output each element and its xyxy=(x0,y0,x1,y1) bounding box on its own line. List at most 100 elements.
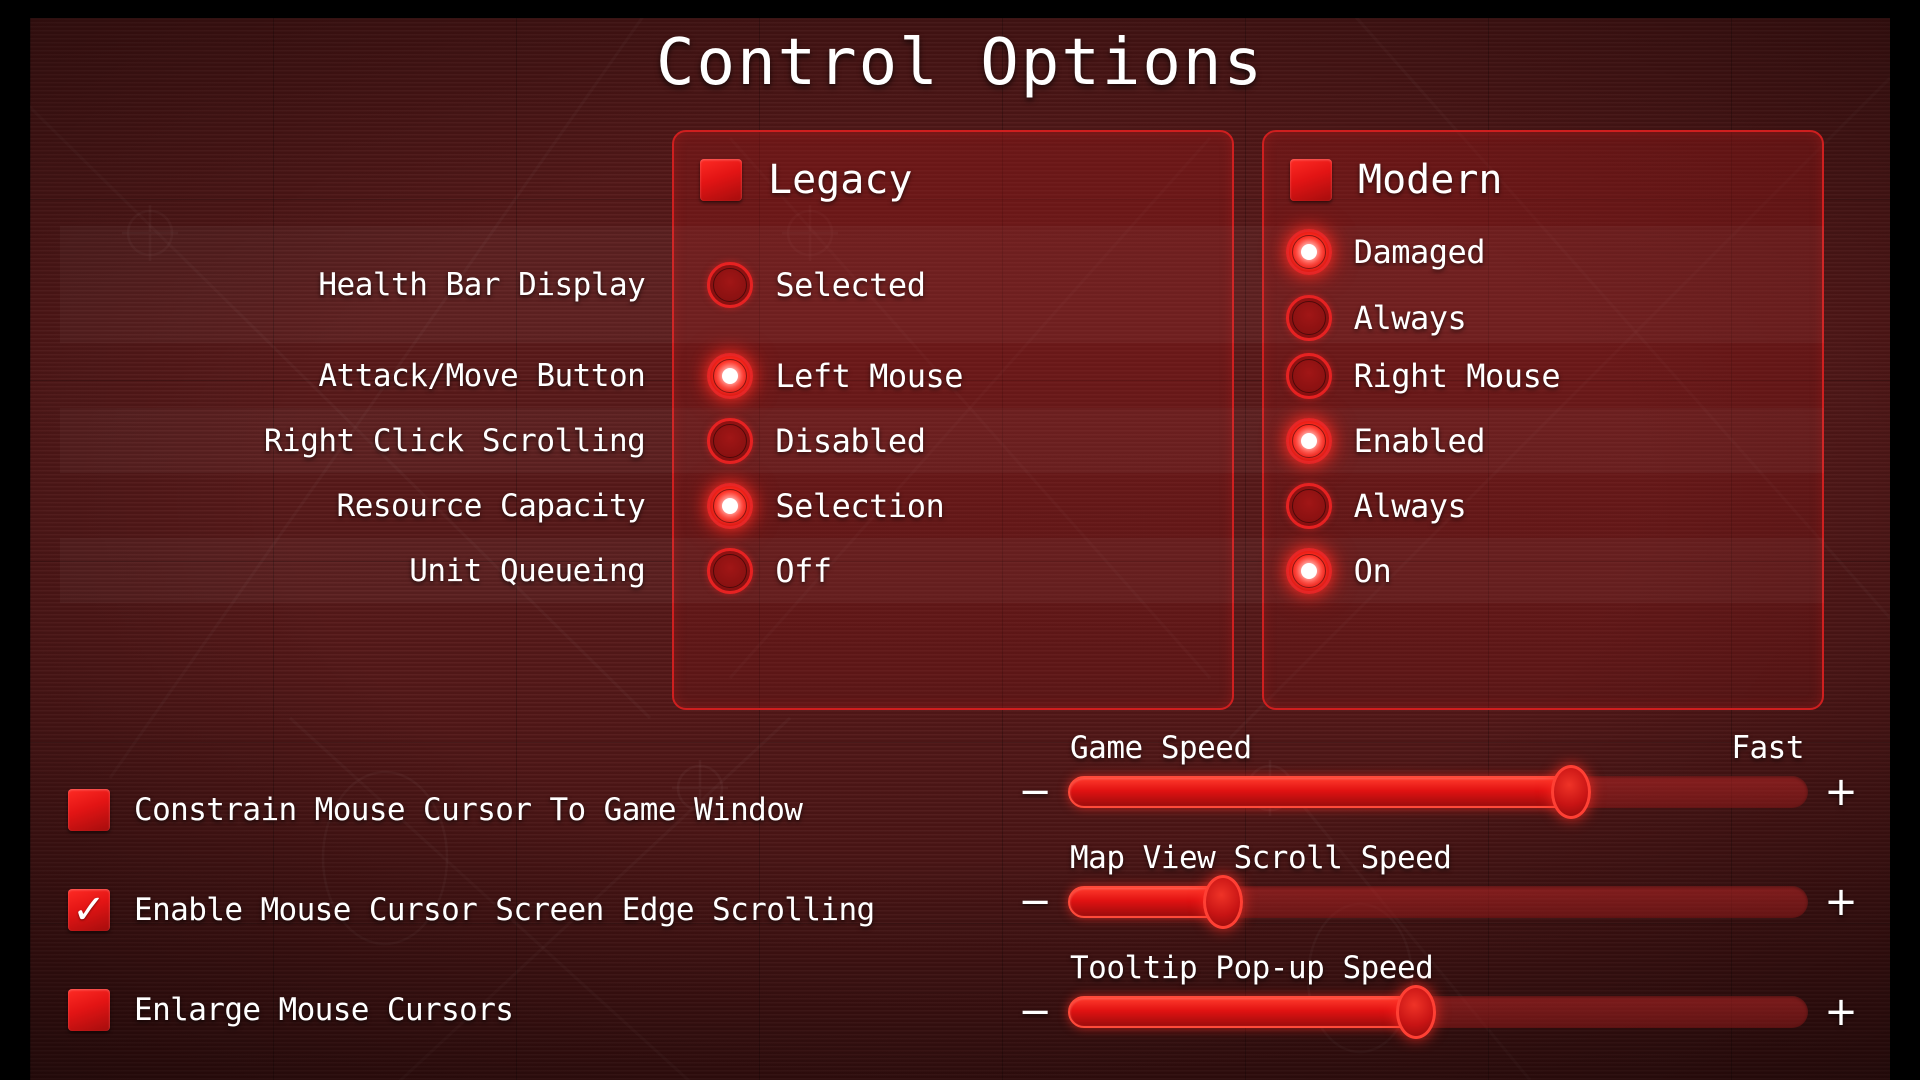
radio-button-icon[interactable] xyxy=(707,261,754,308)
modern-group: Always xyxy=(1285,482,1467,529)
radio-button-icon[interactable] xyxy=(707,547,754,594)
radio-button-icon[interactable] xyxy=(1285,352,1332,399)
slider-knob[interactable] xyxy=(1551,765,1592,819)
legacy-cell: Selected xyxy=(667,261,1245,308)
slider-decrease-button[interactable]: − xyxy=(1018,772,1052,812)
radio-button-icon[interactable] xyxy=(1285,417,1332,464)
option-row-label: Unit Queueing xyxy=(409,552,646,589)
slider-list: Game Speed Fast − + Map View Scroll Speed − + T… xyxy=(1018,730,1858,1060)
slider-block: Tooltip Pop-up Speed − + xyxy=(1018,950,1858,1039)
option-row: Resource Capacity Selection Always xyxy=(60,473,1824,538)
slider-track[interactable] xyxy=(1068,875,1808,929)
slider-block: Map View Scroll Speed − + xyxy=(1018,840,1858,929)
modern-option[interactable]: Always xyxy=(1285,482,1467,529)
option-row: Attack/Move Button Left Mouse Right Mouse xyxy=(60,343,1824,408)
legacy-label: Legacy xyxy=(768,157,913,203)
option-row-label: Attack/Move Button xyxy=(318,357,646,394)
legacy-cell: Left Mouse xyxy=(667,352,1245,399)
radio-dot-icon xyxy=(1300,562,1317,579)
legacy-option-label: Selection xyxy=(775,486,945,525)
slider-decrease-button[interactable]: − xyxy=(1018,882,1052,922)
slider-fill xyxy=(1068,886,1224,918)
slider-track[interactable] xyxy=(1068,985,1808,1039)
page-title: Control Options xyxy=(656,26,1264,100)
modern-checkbox[interactable]: ✓ xyxy=(1290,159,1332,201)
slider-knob[interactable] xyxy=(1395,985,1436,1039)
slider-increase-button[interactable]: + xyxy=(1824,992,1858,1032)
slider-fill xyxy=(1068,996,1416,1028)
slider-header: Tooltip Pop-up Speed xyxy=(1018,950,1858,986)
checkbox-1[interactable]: ✓ xyxy=(68,889,110,931)
modern-cell: Damaged Always xyxy=(1246,228,1824,341)
radio-dot-icon xyxy=(722,497,739,514)
letterbox-left xyxy=(0,0,30,1080)
slider-name: Tooltip Pop-up Speed xyxy=(1070,950,1434,986)
slider-control: − + xyxy=(1018,985,1858,1039)
option-row-label: Health Bar Display xyxy=(318,266,646,303)
legacy-option[interactable]: Left Mouse xyxy=(707,352,963,399)
legacy-option-label: Left Mouse xyxy=(775,356,963,395)
legacy-cell: Off xyxy=(667,547,1245,594)
legacy-cell: Disabled xyxy=(667,417,1245,464)
option-row-label: Right Click Scrolling xyxy=(263,422,646,459)
legacy-cell: Selection xyxy=(667,482,1245,529)
modern-option[interactable]: Always xyxy=(1285,294,1485,341)
modern-option-label: On xyxy=(1353,551,1392,590)
slider-knob[interactable] xyxy=(1203,875,1244,929)
radio-dot-icon xyxy=(1300,432,1317,449)
options-screen: Control Options ✓ Legacy ✓ Modern Health… xyxy=(0,0,1920,1080)
radio-button-icon[interactable] xyxy=(707,482,754,529)
legacy-header[interactable]: ✓ Legacy xyxy=(674,132,1232,228)
slider-increase-button[interactable]: + xyxy=(1824,882,1858,922)
legacy-group: Selected xyxy=(707,261,926,308)
slider-name: Map View Scroll Speed xyxy=(1070,840,1452,876)
radio-button-icon[interactable] xyxy=(1285,482,1332,529)
slider-decrease-button[interactable]: − xyxy=(1018,992,1052,1032)
modern-option[interactable]: Enabled xyxy=(1285,417,1486,464)
slider-control: − + xyxy=(1018,765,1858,819)
legacy-option[interactable]: Selected xyxy=(707,261,926,308)
checkbox-row[interactable]: ✓ Constrain Mouse Cursor To Game Window xyxy=(68,760,875,860)
legacy-group: Disabled xyxy=(707,417,926,464)
modern-option-label: Always xyxy=(1353,298,1467,337)
slider-value-label: Fast xyxy=(1731,730,1804,766)
slider-name: Game Speed xyxy=(1070,730,1252,766)
checkbox-row[interactable]: ✓ Enable Mouse Cursor Screen Edge Scrolli… xyxy=(68,860,875,960)
radio-button-icon[interactable] xyxy=(707,417,754,464)
slider-block: Game Speed Fast − + xyxy=(1018,730,1858,819)
legacy-option-label: Disabled xyxy=(775,421,926,460)
modern-option[interactable]: On xyxy=(1285,547,1392,594)
checkbox-2[interactable]: ✓ xyxy=(68,989,110,1031)
checkbox-0[interactable]: ✓ xyxy=(68,789,110,831)
modern-label: Modern xyxy=(1358,157,1503,203)
modern-header[interactable]: ✓ Modern xyxy=(1264,132,1822,228)
modern-group: On xyxy=(1285,547,1392,594)
modern-cell: On xyxy=(1246,547,1824,594)
legacy-option[interactable]: Off xyxy=(707,547,832,594)
slider-header: Map View Scroll Speed xyxy=(1018,840,1858,876)
checkbox-row[interactable]: ✓ Enlarge Mouse Cursors xyxy=(68,960,875,1060)
checkbox-label: Enable Mouse Cursor Screen Edge Scrollin… xyxy=(134,892,875,928)
modern-option[interactable]: Right Mouse xyxy=(1285,352,1561,399)
legacy-checkbox[interactable]: ✓ xyxy=(700,159,742,201)
modern-option[interactable]: Damaged xyxy=(1285,228,1486,275)
checkbox-label: Constrain Mouse Cursor To Game Window xyxy=(134,792,803,828)
legacy-option-label: Selected xyxy=(775,265,926,304)
radio-dot-icon xyxy=(722,367,739,384)
radio-button-icon[interactable] xyxy=(1285,547,1332,594)
legacy-group: Selection xyxy=(707,482,945,529)
modern-cell: Enabled xyxy=(1246,417,1824,464)
radio-button-icon[interactable] xyxy=(707,352,754,399)
legacy-option[interactable]: Disabled xyxy=(707,417,926,464)
modern-option-label: Damaged xyxy=(1353,232,1486,271)
radio-button-icon[interactable] xyxy=(1285,294,1332,341)
option-row: Unit Queueing Off On xyxy=(60,538,1824,603)
modern-option-label: Always xyxy=(1353,486,1467,525)
legacy-option[interactable]: Selection xyxy=(707,482,945,529)
option-row-label: Resource Capacity xyxy=(336,487,646,524)
option-row: Right Click Scrolling Disabled Enabled xyxy=(60,408,1824,473)
modern-option-label: Right Mouse xyxy=(1353,356,1561,395)
slider-increase-button[interactable]: + xyxy=(1824,772,1858,812)
slider-track[interactable] xyxy=(1068,765,1808,819)
radio-button-icon[interactable] xyxy=(1285,228,1332,275)
